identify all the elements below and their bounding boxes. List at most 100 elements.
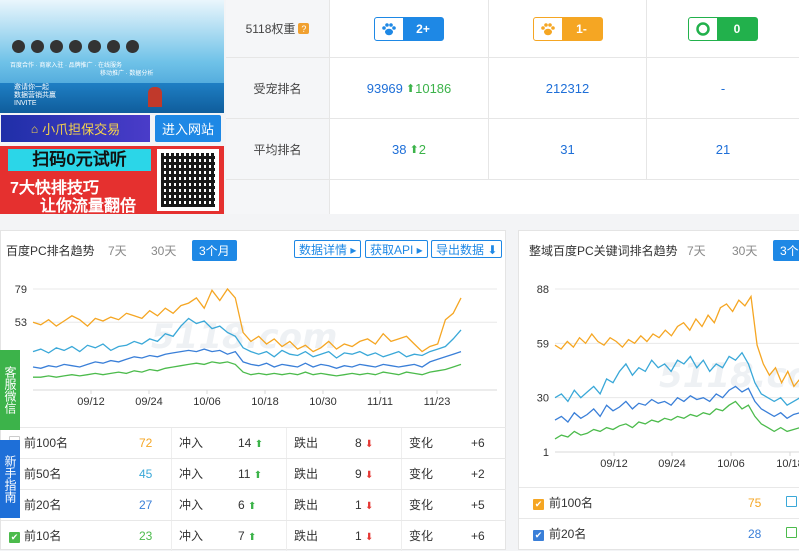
change-label: 变化 — [409, 529, 434, 543]
domain-keyword-trend-panel: 整域百度PC关键词排名趋势 7天 30天 3个 88 59 30 1 09/12 09/2… — [518, 230, 799, 550]
up-arrow-icon: ⬆ — [253, 469, 263, 481]
checkbox[interactable] — [786, 496, 797, 507]
change-value: +5 — [471, 497, 485, 512]
change-value: +6 — [471, 528, 485, 543]
tab-7d[interactable]: 7天 — [687, 242, 706, 259]
weight-badge-cell-2: 1- — [489, 0, 647, 58]
down-arrow-icon: ⬇ — [365, 531, 374, 543]
change-label: 变化 — [409, 436, 434, 450]
empty-label — [226, 180, 330, 214]
weight-badge[interactable]: 2+ — [374, 16, 444, 41]
change-value: +2 — [471, 466, 485, 481]
y-tick-label: 53 — [15, 317, 27, 329]
x-tick-label: 10/30 — [309, 396, 337, 408]
keyword-stat-row: ✔ 前20名 28 — [519, 518, 799, 548]
empty-row — [330, 180, 799, 214]
data-detail-button[interactable]: 数据详情 ▸ — [294, 240, 362, 258]
y-tick-label: 88 — [537, 284, 549, 296]
paw-icon — [375, 17, 403, 40]
x-tick-label: 10/18 — [251, 396, 279, 408]
x-tick-label: 10/06 — [193, 396, 221, 408]
get-api-button[interactable]: 获取API ▸ — [365, 240, 428, 258]
weight-badge[interactable]: 1- — [532, 16, 603, 41]
pet-rank-cell-3: - — [647, 58, 799, 119]
row-count: 23 — [139, 528, 153, 543]
weight-table: 5118权重? 受宠排名 平均排名 2+ 1- 0 93969 ⬆ 10186 2123… — [226, 0, 799, 214]
row-count: 45 — [139, 466, 153, 481]
ad-banner-top[interactable]: 百度合作 · 商家入驻 · 品牌推广 · 在线服务 移动推广 · 数据分析 邀请… — [0, 0, 224, 113]
row-count: 72 — [139, 435, 153, 450]
checked-checkbox[interactable]: ✔ — [533, 499, 544, 510]
row-name: 前20名 — [24, 498, 62, 512]
pet-rank-cell-1: 93969 ⬆ 10186 — [330, 58, 489, 119]
beginner-guide-tag[interactable]: 新手指南 — [0, 440, 20, 518]
weight-badge-cell-3: 0 — [647, 0, 799, 58]
paw-icon — [533, 17, 562, 40]
partner-logos — [12, 40, 139, 53]
row-name: 前100名 — [549, 496, 594, 510]
ad-course-line1: 扫码0元试听 — [8, 149, 151, 171]
customer-service-wechat-tag[interactable]: 客服微信 — [0, 350, 20, 430]
checked-checkbox[interactable]: ✔ — [533, 530, 544, 541]
rank-stat-row: 前50名 45 冲入 11 ⬆ 跌出 9 ⬇ 变化 +2 — [1, 458, 506, 489]
tab-3m[interactable]: 3个 — [773, 240, 799, 261]
watermark: 5118.com — [151, 317, 338, 357]
out-value: 1 ⬇ — [355, 528, 374, 543]
checked-checkbox[interactable]: ✔ — [9, 532, 20, 543]
pet-rank-label: 受宠排名 — [226, 58, 330, 119]
tab-30d[interactable]: 30天 — [151, 242, 176, 259]
in-label: 冲入 — [179, 436, 204, 450]
out-value: 1 ⬇ — [355, 497, 374, 512]
weight-badge-value: 1- — [576, 21, 587, 36]
row-count: 27 — [139, 497, 153, 512]
up-arrow-icon: ⬆ — [254, 438, 264, 450]
out-label: 跌出 — [294, 529, 319, 543]
enter-site-button[interactable]: 进入网站 — [155, 115, 221, 142]
y-tick-label: 59 — [537, 338, 549, 350]
weight-badge[interactable]: 0 — [688, 16, 758, 41]
xiaozhua-banner[interactable]: ⌂ 小爪担保交易 — [1, 115, 150, 142]
side-tag-label: 新手指南 — [3, 455, 17, 503]
in-label: 冲入 — [179, 529, 204, 543]
down-arrow-icon: ⬇ — [365, 500, 374, 512]
tab-7d[interactable]: 7天 — [108, 242, 127, 259]
series-line[interactable] — [554, 400, 799, 440]
in-label: 冲入 — [179, 498, 204, 512]
in-label: 冲入 — [179, 467, 204, 481]
up-arrow-icon: ⬆ — [248, 500, 257, 512]
ad-course-line3: 让你流量翻倍 — [40, 198, 137, 214]
avg-rank-cell-2: 31 — [489, 119, 647, 180]
change-label: 变化 — [409, 498, 434, 512]
checkbox[interactable] — [786, 527, 797, 538]
y-tick-label: 79 — [15, 284, 27, 296]
house-icon: ⌂ — [30, 121, 39, 136]
ad-banner-course[interactable]: 扫码0元试听 7大快排技巧 让你流量翻倍 — [0, 146, 224, 214]
avg-rank-label: 平均排名 — [226, 119, 330, 180]
keyword-rank-trend-chart: 885930109/1209/2410/0610/185118.com — [537, 284, 799, 470]
panel-title: 整域百度PC关键词排名趋势 — [529, 244, 678, 258]
weight-badge-cell-1: 2+ — [330, 0, 489, 58]
down-arrow-icon: ⬇ — [365, 469, 374, 481]
out-label: 跌出 — [294, 436, 319, 450]
in-value: 14 ⬆ — [238, 435, 264, 450]
y-tick-label: 1 — [543, 447, 549, 459]
panel-title: 百度PC排名趋势 — [6, 244, 95, 258]
x-tick-label: 09/12 — [77, 396, 105, 408]
row-count: 28 — [748, 526, 762, 541]
row-count: 75 — [748, 495, 762, 510]
row-name: 前20名 — [549, 527, 587, 541]
up-arrow-icon: ⬆ — [248, 531, 257, 543]
x-tick-label: 09/12 — [600, 458, 628, 470]
rank-stat-row: ✔ 前10名 23 冲入 7 ⬆ 跌出 1 ⬇ 变化 +6 — [1, 520, 506, 551]
out-label: 跌出 — [294, 467, 319, 481]
out-label: 跌出 — [294, 498, 319, 512]
rank-stat-row: 前20名 27 冲入 6 ⬆ 跌出 1 ⬇ 变化 +5 — [1, 489, 506, 520]
xiaozhua-label: 小爪担保交易 — [42, 122, 121, 137]
baidu-pc-trend-panel: 百度PC排名趋势 7天 30天 3个月 数据详情 ▸ 获取API ▸ 导出数据 … — [0, 230, 506, 551]
tab-3m[interactable]: 3个月 — [192, 240, 237, 261]
help-icon[interactable]: ? — [298, 23, 310, 34]
series-line[interactable] — [33, 361, 462, 378]
tab-30d[interactable]: 30天 — [732, 242, 757, 259]
export-data-button[interactable]: 导出数据 ⬇ — [431, 240, 503, 258]
up-arrow-icon: ⬆ — [409, 143, 419, 156]
